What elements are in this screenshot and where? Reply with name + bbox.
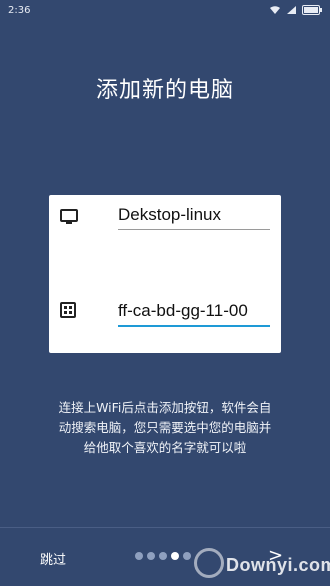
network-card-icon xyxy=(60,302,76,318)
battery-icon xyxy=(302,5,322,15)
monitor-icon xyxy=(60,209,78,224)
mac-address-input[interactable]: ff-ca-bd-gg-11-00 xyxy=(118,301,270,327)
page-indicator xyxy=(135,552,191,560)
signal-icon xyxy=(287,6,296,14)
status-time: 2:36 xyxy=(8,4,31,16)
status-bar: 2:36 xyxy=(0,0,330,20)
page-dot xyxy=(159,552,167,560)
computer-form-card: Dekstop-linux ff-ca-bd-gg-11-00 xyxy=(49,195,281,353)
page-dot xyxy=(135,552,143,560)
page-dot xyxy=(183,552,191,560)
watermark-text: Downyi.com xyxy=(226,555,330,575)
computer-name-input[interactable]: Dekstop-linux xyxy=(118,205,270,230)
wifi-icon xyxy=(270,6,280,14)
status-icons xyxy=(269,5,322,15)
instruction-text: 连接上WiFi后点击添加按钮，软件会自动搜索电脑，您只需要选中您的电脑并给他取个… xyxy=(58,400,272,455)
watermark-logo xyxy=(194,548,224,578)
page-dot xyxy=(171,552,179,560)
page-title: 添加新的电脑 xyxy=(95,78,234,103)
skip-button[interactable]: 跳过 xyxy=(40,549,66,568)
page-dot xyxy=(147,552,155,560)
